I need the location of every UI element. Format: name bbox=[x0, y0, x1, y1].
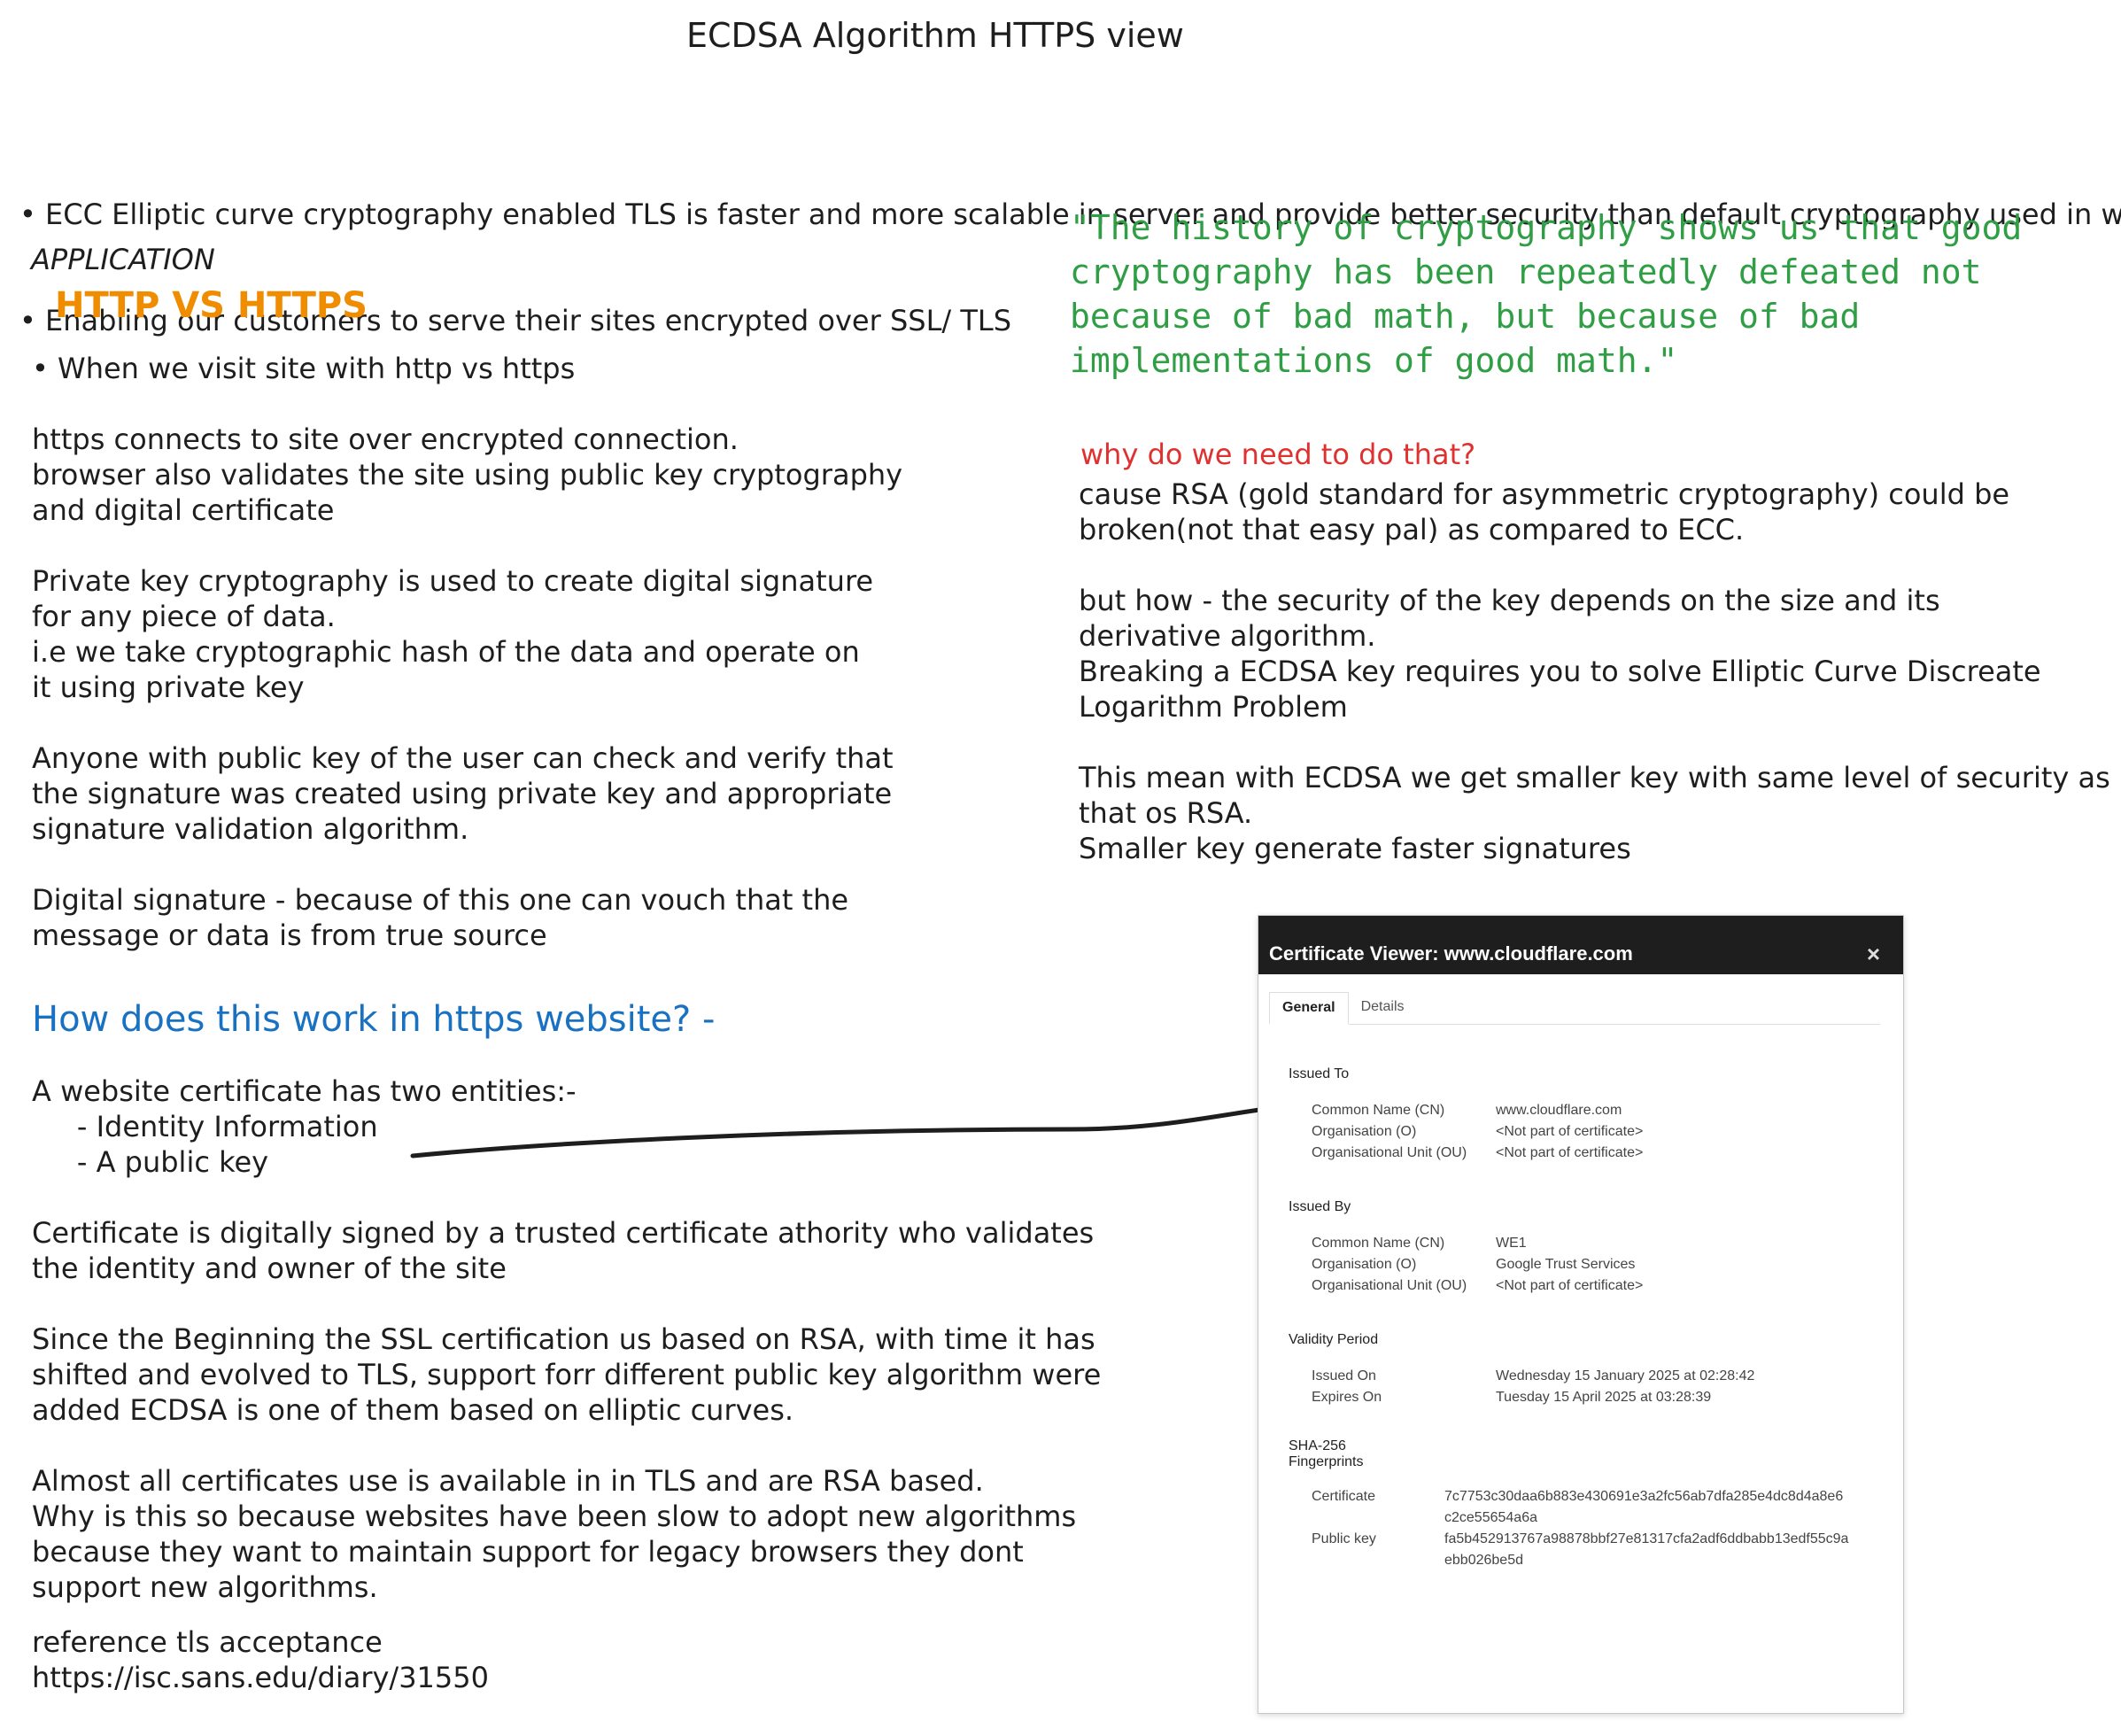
fingerprint-certificate-value: 7c7753c30daa6b883e430691e3a2fc56ab7dfa28… bbox=[1444, 1489, 1844, 1525]
validity-labels: Issued On Expires On bbox=[1312, 1368, 1382, 1405]
fingerprints-heading: SHA-256 Fingerprints bbox=[1289, 1438, 1364, 1469]
https-paragraph: https connects to site over encrypted co… bbox=[32, 422, 903, 527]
certificate-signed-paragraph: Certificate is digitally signed by a tru… bbox=[32, 1216, 1095, 1285]
rsa-broken-paragraph: cause RSA (gold standard for asymmetric … bbox=[1079, 477, 2010, 546]
page-title: ECDSA Algorithm HTTPS view bbox=[686, 16, 1184, 55]
public-key-paragraph: Anyone with public key of the user can c… bbox=[32, 741, 894, 846]
fingerprint-public-key-value: fa5b452913767a98878bbf27e81317cfa2adf6dd… bbox=[1444, 1531, 1849, 1568]
fingerprint-certificate-label: Certificate bbox=[1312, 1489, 1376, 1504]
dialog-top-bar bbox=[1258, 916, 1903, 934]
certificate-entities: A website certificate has two entities:-… bbox=[32, 1074, 577, 1179]
issued-to-values: www.cloudflare.com <Not part of certific… bbox=[1496, 1103, 1644, 1160]
why-question: why do we need to do that? bbox=[1080, 438, 1476, 471]
close-icon[interactable]: × bbox=[1867, 941, 1880, 968]
reference-link[interactable]: reference tls acceptance https://isc.san… bbox=[32, 1624, 489, 1695]
key-security-paragraph: but how - the security of the key depend… bbox=[1079, 584, 2041, 724]
smaller-key-paragraph: This mean with ECDSA we get smaller key … bbox=[1079, 761, 2110, 865]
certificate-viewer-dialog: Certificate Viewer: www.cloudflare.com ×… bbox=[1258, 915, 1904, 1714]
digital-signature-paragraph: Digital signature - because of this one … bbox=[32, 883, 849, 952]
dialog-titlebar: Certificate Viewer: www.cloudflare.com × bbox=[1258, 934, 1903, 974]
issued-to-heading: Issued To bbox=[1289, 1066, 1350, 1081]
application-label: APPLICATION bbox=[31, 243, 215, 276]
dialog-tabs: General Details bbox=[1269, 992, 1880, 1025]
issued-by-labels: Common Name (CN) Organisation (O) Organi… bbox=[1312, 1236, 1467, 1293]
validity-values: Wednesday 15 January 2025 at 02:28:42 Tu… bbox=[1496, 1368, 1755, 1405]
http-vs-https-heading: HTTP VS HTTPS bbox=[55, 285, 368, 326]
dialog-title: Certificate Viewer: www.cloudflare.com bbox=[1269, 942, 1633, 965]
issued-by-heading: Issued By bbox=[1289, 1199, 1351, 1214]
ssl-history-paragraph: Since the Beginning the SSL certificatio… bbox=[32, 1322, 1102, 1427]
validity-heading: Validity Period bbox=[1289, 1332, 1379, 1347]
how-does-it-work-heading: How does this work in https website? - bbox=[32, 999, 716, 1040]
cryptography-quote: "The history of cryptography shows us th… bbox=[1070, 208, 2023, 380]
private-key-paragraph: Private key cryptography is used to crea… bbox=[32, 564, 874, 704]
fingerprint-public-key-label: Public key bbox=[1312, 1531, 1376, 1546]
rsa-adoption-paragraph: Almost all certificates use is available… bbox=[32, 1464, 1077, 1604]
issued-to-labels: Common Name (CN) Organisation (O) Organi… bbox=[1312, 1103, 1467, 1160]
tab-details[interactable]: Details bbox=[1349, 992, 1417, 1024]
visit-bullet: • When we visit site with http vs https bbox=[32, 352, 576, 385]
tab-general[interactable]: General bbox=[1269, 992, 1349, 1025]
issued-by-values: WE1 Google Trust Services <Not part of c… bbox=[1496, 1236, 1644, 1293]
